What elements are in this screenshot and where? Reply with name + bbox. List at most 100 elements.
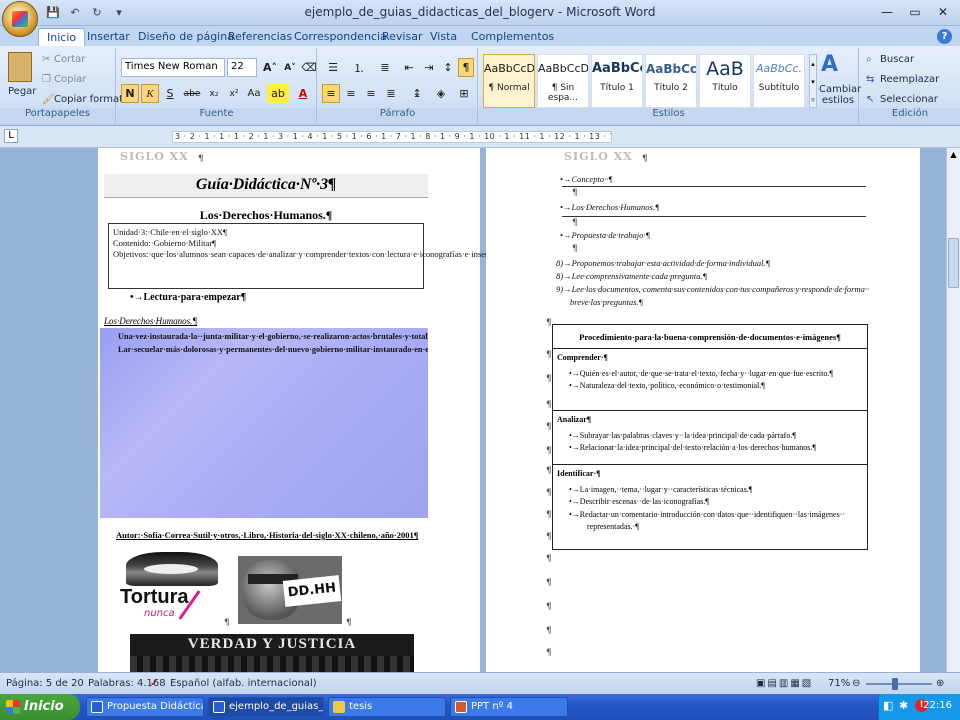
underline-icon[interactable]: S [161, 84, 179, 103]
help-icon[interactable]: ? [937, 29, 952, 44]
borders-icon[interactable]: ⊞ [454, 84, 474, 103]
office-button[interactable] [2, 1, 38, 37]
minimize-button[interactable]: — [874, 2, 900, 21]
line-spacing-icon[interactable]: ↨ [406, 84, 428, 103]
sort-icon[interactable]: ↕ [440, 58, 456, 77]
cut-button[interactable]: Cortar [54, 54, 85, 65]
security-icon[interactable]: ✱ [899, 699, 908, 712]
zoom-in-icon[interactable]: ⊕ [936, 678, 944, 689]
vertical-scrollbar[interactable]: ▲ [946, 148, 960, 672]
increase-indent-icon[interactable]: ⇥ [420, 58, 438, 77]
section-item: •→Describir·escenas··de·las·iconografías… [569, 497, 709, 506]
style-normal[interactable]: AaBbCcDc¶ Normal [483, 54, 535, 108]
tab-revisar[interactable]: Revisar [382, 28, 422, 46]
tab-selector-button[interactable]: L [4, 129, 18, 143]
font-color-icon[interactable]: A [293, 84, 313, 103]
zoom-slider-thumb[interactable] [892, 678, 898, 690]
multilevel-icon[interactable]: ≣ [374, 58, 396, 77]
proofing-icon[interactable]: ✓ [150, 678, 158, 689]
style-subtitulo[interactable]: AaBbCc. Subtítulo [753, 54, 805, 108]
view-buttons[interactable]: ▣▤▥▦▧ [756, 678, 813, 689]
section-item: •→Relacionar·la·idea·principal·del·texto… [569, 443, 816, 452]
tab-correspondencia[interactable]: Correspondencia [294, 28, 387, 46]
image-ddhh[interactable]: DD.HH [238, 556, 342, 624]
tab-inicio[interactable]: Inicio [38, 28, 86, 46]
change-case-icon[interactable]: Aa [245, 84, 263, 103]
image-verdad-justicia[interactable]: VERDAD Y JUSTICIA [130, 634, 414, 672]
italic-icon[interactable]: K [141, 84, 159, 103]
style-titulo-2[interactable]: AaBbCc Título 2 [645, 54, 697, 108]
style-titulo-1[interactable]: AaBbCc Título 1 [591, 54, 643, 108]
paragraph-mark: ¶ [198, 154, 204, 164]
show-marks-icon[interactable]: ¶ [458, 58, 474, 77]
tab-diseno[interactable]: Diseño de página [138, 28, 234, 46]
styles-scroll[interactable]: ▴ ▾ ▿ [809, 54, 817, 108]
shading-icon[interactable]: ◈ [430, 84, 452, 103]
subscript-icon[interactable]: x₂ [205, 84, 223, 103]
font-size-combo[interactable]: 22 [227, 58, 257, 77]
maximize-button[interactable]: ▭ [902, 2, 928, 21]
group-fuente: Times New Roman 22 A˄ A˅ ⌫ N K S abe x₂ … [117, 48, 317, 124]
select-button[interactable]: Seleccionar [880, 94, 938, 105]
find-button[interactable]: Buscar [880, 54, 914, 65]
task-tesis[interactable]: tesis [328, 697, 446, 717]
window-title: ejemplo_de_guias_didacticas_del_blogerv … [304, 5, 656, 19]
highlight-icon[interactable]: ab [267, 84, 289, 103]
zoom-level[interactable]: 71% [828, 678, 850, 689]
align-right-icon[interactable]: ≡ [362, 84, 380, 103]
close-button[interactable]: ✕ [930, 2, 956, 21]
system-tray: ◧ ✱ ! 22:16 [878, 694, 960, 720]
language-indicator[interactable]: Español (alfab. internacional) [170, 678, 317, 689]
image-tortura[interactable]: Tortura nunca [120, 550, 224, 622]
brush-icon: 🖌 [42, 94, 55, 105]
font-name-combo[interactable]: Times New Roman [121, 58, 225, 77]
strikethrough-icon[interactable]: abe [181, 84, 203, 103]
table-title: Procedimiento·para·la·buena·comprensión·… [553, 325, 867, 349]
task-propuesta[interactable]: Propuesta Didáctica T... [86, 697, 204, 717]
page-counter[interactable]: Página: 5 de 20 [6, 678, 84, 689]
paste-icon[interactable] [8, 52, 32, 82]
style-sin-espaciado[interactable]: AaBbCcDc¶ Sin espa... [537, 54, 589, 108]
clear-format-icon[interactable]: ⌫ [301, 58, 317, 77]
replace-button[interactable]: Reemplazar [880, 74, 939, 85]
procedure-table: Procedimiento·para·la·buena·comprensión·… [552, 324, 868, 550]
zoom-slider[interactable] [866, 683, 932, 685]
scroll-up-icon[interactable]: ▲ [948, 150, 959, 161]
section-identificar: Identificar·¶ •→La·imagen,··tema,··lugar… [553, 465, 867, 549]
tab-vista[interactable]: Vista [430, 28, 457, 46]
ribbon-tabs: Inicio Insertar Diseño de página Referen… [0, 26, 960, 46]
zoom-out-icon[interactable]: ⊖ [852, 678, 860, 689]
page-right: SIGLO XX ¶ •→Concepto··¶ ¶ •→Los·Derecho… [486, 148, 920, 672]
bullets-icon[interactable]: ☰ [322, 58, 344, 77]
copy-button[interactable]: Copiar [54, 74, 86, 85]
reading-label: •→Lectura·para·empezar¶ [130, 292, 247, 303]
align-left-icon[interactable]: ≡ [322, 84, 340, 103]
clock: 22:16 [923, 700, 952, 711]
decrease-indent-icon[interactable]: ⇤ [400, 58, 418, 77]
justify-icon[interactable]: ≣ [382, 84, 400, 103]
style-titulo[interactable]: AaB Título [699, 54, 751, 108]
tab-complementos[interactable]: Complementos [471, 28, 554, 46]
windows-logo-icon [6, 700, 20, 714]
tab-insertar[interactable]: Insertar [87, 28, 130, 46]
grow-font-icon[interactable]: A˄ [261, 58, 279, 77]
network-icon[interactable]: ◧ [883, 699, 893, 712]
superscript-icon[interactable]: x² [225, 84, 243, 103]
task-ejemplo[interactable]: ejemplo_de_guias_di... [208, 697, 324, 717]
paste-button[interactable]: Pegar [8, 86, 36, 97]
bold-icon[interactable]: N [121, 84, 139, 103]
task-ppt[interactable]: PPT nº 4 [450, 697, 568, 717]
horizontal-ruler[interactable]: 3 · 2 · 1 · 1 · 1 · 2 · 1 · 3 · 1 · 4 · … [172, 131, 612, 143]
group-label-fuente: Fuente [117, 108, 316, 123]
header-logo: SIGLO XX [120, 150, 189, 163]
change-styles-button[interactable]: Cambiar estilos [819, 84, 861, 106]
tab-referencias[interactable]: Referencias [228, 28, 292, 46]
shrink-font-icon[interactable]: A˅ [281, 58, 299, 77]
group-label-parrafo: Párrafo [318, 108, 477, 123]
numbering-icon[interactable]: ⒈ [348, 58, 370, 77]
start-button[interactable]: Inicio [0, 694, 80, 720]
reading-box: Una·vez·instaurada·la··junta·militar·y·e… [100, 328, 428, 518]
align-center-icon[interactable]: ≡ [342, 84, 360, 103]
scroll-thumb[interactable] [948, 238, 959, 288]
document-area: SIGLO XX ¶ Guía·Didáctica·Nº·3¶ Los·Dere… [0, 148, 960, 672]
